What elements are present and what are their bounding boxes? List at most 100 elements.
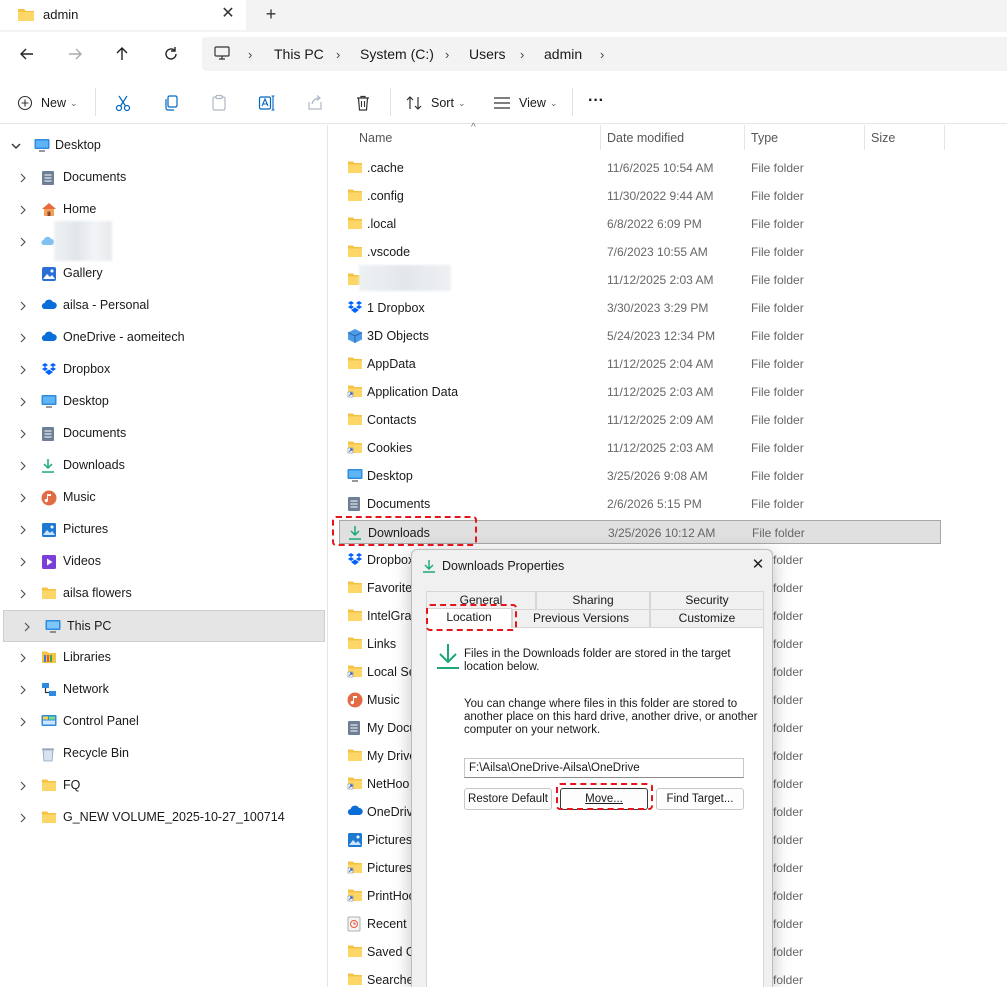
tab-sharing[interactable]: Sharing bbox=[536, 591, 650, 609]
chevron-right-icon[interactable] bbox=[17, 652, 29, 664]
sidebar-item-downloads[interactable]: Downloads bbox=[0, 450, 325, 482]
chevron-right-icon[interactable] bbox=[17, 716, 29, 728]
sidebar-item-music[interactable]: Music bbox=[0, 482, 325, 514]
breadcrumb-admin[interactable]: admin bbox=[544, 46, 582, 62]
sidebar-item-desktop[interactable]: Desktop bbox=[0, 130, 325, 162]
new-button[interactable]: New ⌄ bbox=[17, 92, 78, 114]
table-row[interactable]: Contacts 11/12/2025 2:09 AM File folder bbox=[339, 408, 941, 432]
sidebar-item-g-new-volume-2025-10-27-100714[interactable]: G_NEW VOLUME_2025-10-27_100714 bbox=[0, 802, 325, 834]
sort-button[interactable]: Sort ⌄ bbox=[405, 92, 465, 114]
column-header-name[interactable]: Name bbox=[359, 131, 392, 145]
description-line3: computer on your network. bbox=[464, 724, 601, 736]
new-tab-button[interactable]: + bbox=[260, 4, 282, 26]
tab-admin[interactable]: admin ✕ bbox=[0, 0, 246, 30]
chevron-down-icon[interactable] bbox=[10, 140, 22, 152]
chevron-right-icon[interactable] bbox=[21, 621, 33, 633]
forward-arrow-icon[interactable] bbox=[63, 42, 87, 66]
chevron-right-icon[interactable] bbox=[17, 460, 29, 472]
sidebar-item-this-pc[interactable]: This PC bbox=[3, 610, 325, 642]
column-header-type[interactable]: Type bbox=[751, 131, 778, 145]
copy-button[interactable] bbox=[162, 92, 180, 114]
table-row[interactable]: Desktop 3/25/2026 9:08 AM File folder bbox=[339, 464, 941, 488]
restore-default-button[interactable]: Restore Default bbox=[464, 788, 552, 810]
sidebar-item-ailsa-flowers[interactable]: ailsa flowers bbox=[0, 578, 325, 610]
back-arrow-icon[interactable] bbox=[15, 42, 39, 66]
chevron-right-icon[interactable] bbox=[17, 524, 29, 536]
delete-button[interactable] bbox=[354, 92, 372, 114]
sidebar-item-home[interactable]: Home bbox=[0, 194, 325, 226]
chevron-right-icon[interactable] bbox=[17, 812, 29, 824]
chevron-right-icon[interactable] bbox=[17, 236, 29, 248]
chevron-right-icon[interactable] bbox=[17, 684, 29, 696]
sidebar-item-network[interactable]: Network bbox=[0, 674, 325, 706]
sidebar-item-pictures[interactable]: Pictures bbox=[0, 514, 325, 546]
sidebar-item-dropbox[interactable]: Dropbox bbox=[0, 354, 325, 386]
breadcrumb-this-pc[interactable]: This PC bbox=[274, 46, 324, 62]
table-row[interactable]: 1 Dropbox 3/30/2023 3:29 PM File folder bbox=[339, 296, 941, 320]
sidebar-item-control-panel[interactable]: Control Panel bbox=[0, 706, 325, 738]
address-bar[interactable]: › This PC › System (C:) › Users › admin … bbox=[202, 37, 1007, 71]
chevron-right-icon[interactable] bbox=[17, 396, 29, 408]
chevron-right-icon[interactable] bbox=[17, 204, 29, 216]
rename-button[interactable] bbox=[258, 92, 276, 114]
more-options-button[interactable]: ··· bbox=[588, 90, 604, 112]
table-row[interactable]: Cookies 11/12/2025 2:03 AM File folder bbox=[339, 436, 941, 460]
column-divider[interactable] bbox=[600, 125, 601, 150]
chevron-right-icon[interactable] bbox=[17, 556, 29, 568]
sidebar-item-onedrive-aomeitech[interactable]: OneDrive - aomeitech bbox=[0, 322, 325, 354]
sidebar-item-ailsa-personal[interactable]: ailsa - Personal bbox=[0, 290, 325, 322]
paste-button[interactable] bbox=[210, 92, 228, 114]
chevron-right-icon[interactable] bbox=[17, 300, 29, 312]
sidebar-item-videos[interactable]: Videos bbox=[0, 546, 325, 578]
table-row[interactable]: .cache 11/6/2025 10:54 AM File folder bbox=[339, 156, 941, 180]
table-row[interactable]: .config 11/30/2022 9:44 AM File folder bbox=[339, 184, 941, 208]
column-divider[interactable] bbox=[944, 125, 945, 150]
chevron-right-icon[interactable] bbox=[17, 780, 29, 792]
breadcrumb-users[interactable]: Users bbox=[469, 46, 506, 62]
folder-icon bbox=[17, 7, 35, 22]
sidebar-item-documents[interactable]: Documents bbox=[0, 162, 325, 194]
table-row[interactable]: .local 6/8/2022 6:09 PM File folder bbox=[339, 212, 941, 236]
tab-location[interactable]: Location bbox=[426, 608, 512, 628]
table-row[interactable]: 11/12/2025 2:03 AM File folder bbox=[339, 265, 941, 292]
sidebar-item-desktop[interactable]: Desktop bbox=[0, 386, 325, 418]
chevron-right-icon[interactable] bbox=[17, 364, 29, 376]
sidebar-item-gallery[interactable]: Gallery bbox=[0, 258, 325, 290]
sidebar-item-recycle-bin[interactable]: Recycle Bin bbox=[0, 738, 325, 770]
chevron-right-icon[interactable] bbox=[17, 172, 29, 184]
table-row[interactable]: Application Data 11/12/2025 2:03 AM File f… bbox=[339, 380, 941, 404]
column-header-date[interactable]: Date modified bbox=[607, 131, 684, 145]
date-modified: 11/12/2025 2:03 AM bbox=[607, 273, 714, 287]
sidebar-item-documents[interactable]: Documents bbox=[0, 418, 325, 450]
find-target-button[interactable]: Find Target... bbox=[656, 788, 744, 810]
share-button[interactable] bbox=[306, 92, 324, 114]
breadcrumb-system-c[interactable]: System (C:) bbox=[360, 46, 434, 62]
view-button[interactable]: View ⌄ bbox=[493, 92, 557, 114]
sidebar-item-item-3[interactable] bbox=[0, 221, 325, 261]
tab-close-icon[interactable]: ✕ bbox=[218, 5, 238, 25]
refresh-icon[interactable] bbox=[159, 42, 183, 66]
sidebar-item-libraries[interactable]: Libraries bbox=[0, 642, 325, 674]
table-row[interactable]: 3D Objects 5/24/2023 12:34 PM File folder bbox=[339, 324, 941, 348]
table-row[interactable]: Downloads 3/25/2026 10:12 AM File folder bbox=[339, 520, 941, 544]
sidebar-item-fq[interactable]: FQ bbox=[0, 770, 325, 802]
column-divider[interactable] bbox=[864, 125, 865, 150]
move-button[interactable]: Move... bbox=[560, 788, 648, 810]
up-arrow-icon[interactable] bbox=[110, 42, 134, 66]
tab-security[interactable]: Security bbox=[650, 591, 764, 609]
cut-button[interactable] bbox=[114, 92, 132, 114]
table-row[interactable]: Documents 2/6/2026 5:15 PM File folder bbox=[339, 492, 941, 516]
tab-customize[interactable]: Customize bbox=[650, 609, 764, 627]
chevron-right-icon[interactable] bbox=[17, 492, 29, 504]
tab-general[interactable]: General bbox=[426, 591, 536, 609]
chevron-right-icon[interactable] bbox=[17, 332, 29, 344]
dialog-close-icon[interactable]: ✕ bbox=[748, 556, 768, 576]
chevron-right-icon[interactable] bbox=[17, 588, 29, 600]
table-row[interactable]: AppData 11/12/2025 2:04 AM File folder bbox=[339, 352, 941, 376]
tab-previous-versions[interactable]: Previous Versions bbox=[512, 609, 650, 627]
column-header-size[interactable]: Size bbox=[871, 131, 895, 145]
column-divider[interactable] bbox=[744, 125, 745, 150]
location-path-input[interactable]: F:\Ailsa\OneDrive-Ailsa\OneDrive bbox=[464, 758, 744, 778]
chevron-right-icon[interactable] bbox=[17, 428, 29, 440]
table-row[interactable]: .vscode 7/6/2023 10:55 AM File folder bbox=[339, 240, 941, 264]
